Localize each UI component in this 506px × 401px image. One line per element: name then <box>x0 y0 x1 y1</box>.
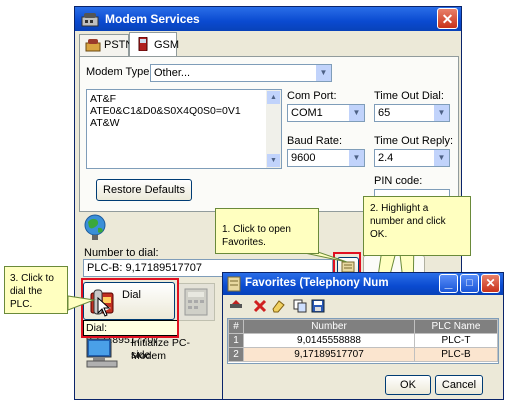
callout-open-favorites: 1. Click to open Favorites. <box>215 208 319 254</box>
column-header[interactable]: Number <box>243 319 415 334</box>
save-icon[interactable] <box>311 299 325 316</box>
favorites-close-button[interactable]: ✕ <box>481 274 500 293</box>
favorites-titlebar[interactable]: Favorites (Telephony Num _ □ ✕ <box>223 273 503 295</box>
eraser-icon[interactable] <box>271 299 285 316</box>
favorites-window-title: Favorites (Telephony Num <box>245 277 389 289</box>
favorites-window-icon <box>227 276 241 295</box>
ok-button[interactable]: OK <box>385 375 431 395</box>
favorites-window: Favorites (Telephony Num _ □ ✕ # Number … <box>222 272 504 400</box>
table-row-selected[interactable]: 2 9,17189517707 PLC-B <box>228 347 498 362</box>
table-row[interactable]: 1 9,0145558888 PLC-T <box>228 333 498 348</box>
maximize-button[interactable]: □ <box>460 274 479 293</box>
column-header[interactable]: PLC Name <box>414 319 498 334</box>
cancel-button[interactable]: Cancel <box>435 375 483 395</box>
favorites-grid[interactable]: # Number PLC Name 1 9,0145558888 PLC-T 2… <box>227 318 499 364</box>
copy-icon[interactable] <box>293 299 307 316</box>
callout-dial-plc: 3. Click to dial the PLC. <box>4 266 68 314</box>
minimize-button[interactable]: _ <box>439 274 458 293</box>
insert-row-icon[interactable] <box>229 299 243 316</box>
delete-icon[interactable] <box>253 299 267 316</box>
column-header[interactable]: # <box>228 319 244 334</box>
callout-highlight-number: 2. Highlight a number and click OK. <box>363 196 471 256</box>
